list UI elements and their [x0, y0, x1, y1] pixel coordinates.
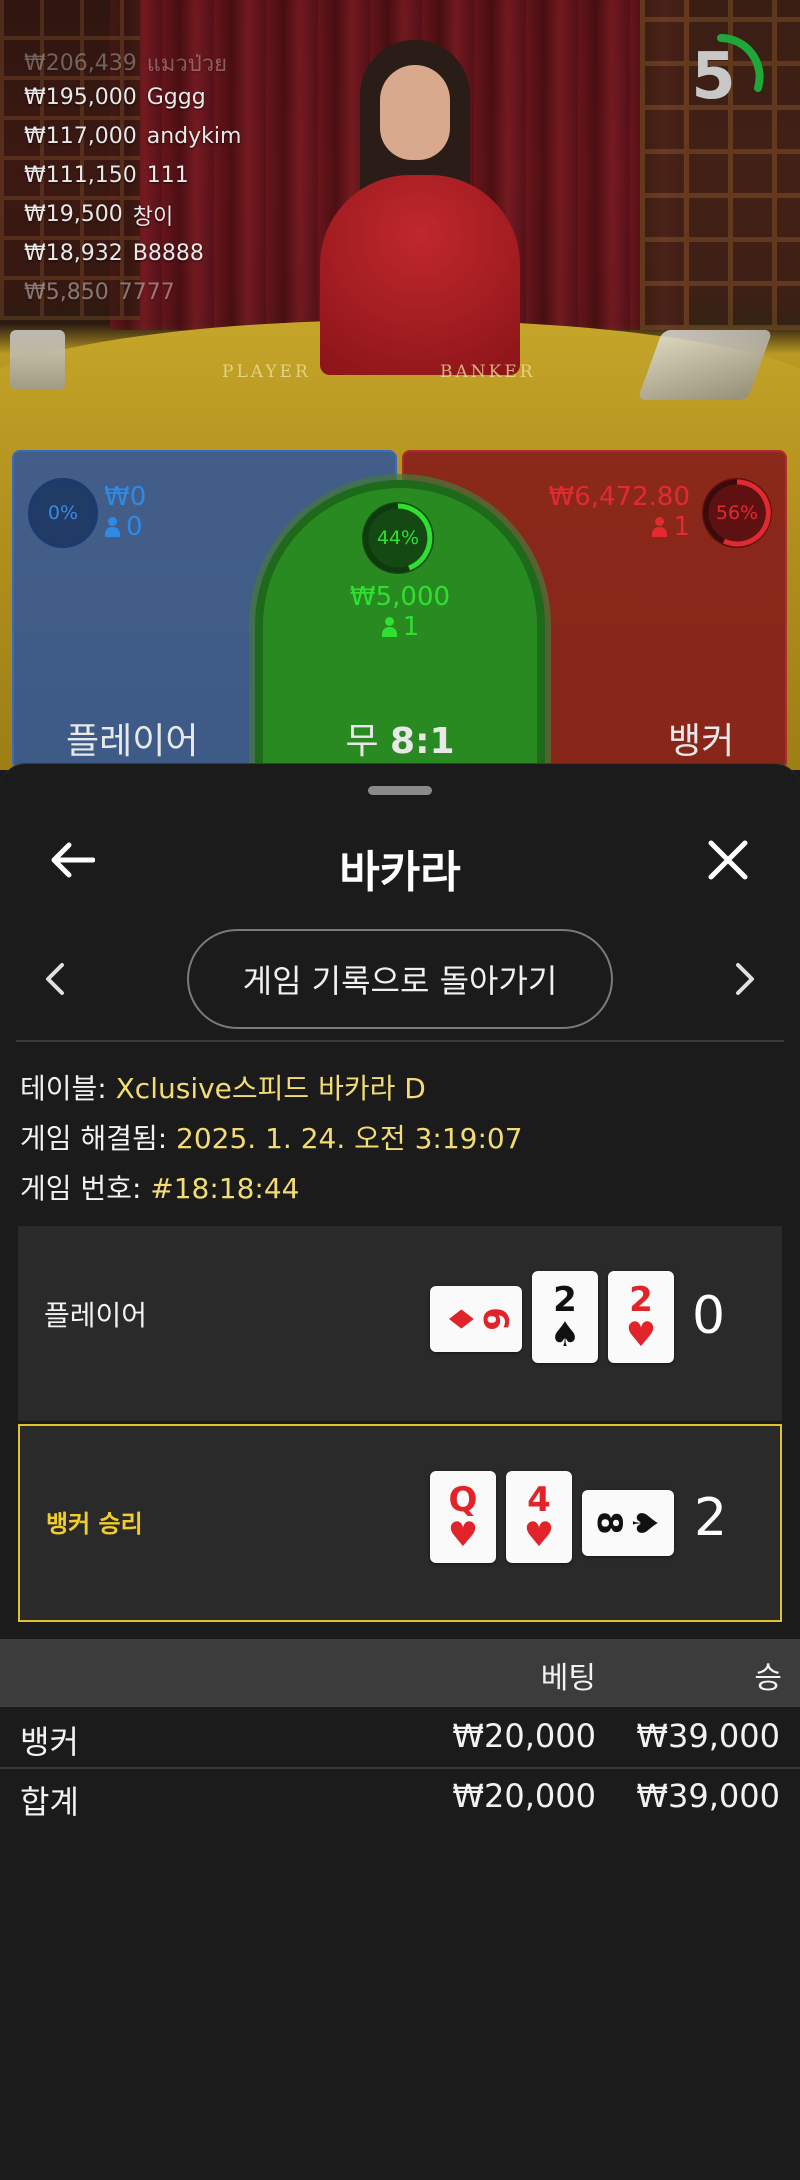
- game-info: 테이블: Xclusive스피드 바카라 D 게임 해결됨: 2025. 1. …: [20, 1064, 523, 1214]
- banker-percent: 56%: [702, 478, 772, 548]
- banker-hand: 뱅커 승리 Q ♥ 4 ♥ 8 ♠ 2: [18, 1424, 782, 1622]
- player-percent: 0%: [28, 478, 98, 548]
- chevron-right-icon: [736, 963, 754, 995]
- leaderboard-row: ₩195,000 Gggg: [24, 85, 206, 110]
- player-amount: ₩0: [104, 482, 147, 512]
- leaderboard-row: ₩206,439 แมวป่วย: [24, 50, 227, 77]
- playing-card: 2 ♥: [608, 1271, 674, 1363]
- previous-game-button[interactable]: [30, 954, 80, 1004]
- playing-card: ♦ 6: [430, 1286, 522, 1352]
- resolved-time: 2025. 1. 24. 오전 3:19:07: [176, 1122, 523, 1155]
- round-number: #18:18:44: [150, 1172, 300, 1205]
- table-name: Xclusive스피드 바카라 D: [115, 1072, 426, 1105]
- player-hand-label: 플레이어: [44, 1299, 148, 1332]
- close-icon: [708, 840, 748, 880]
- table-row-total: 합계 ₩20,000 ₩39,000: [0, 1769, 800, 1827]
- player-score: 0: [692, 1286, 726, 1346]
- total-win: ₩39,000: [636, 1777, 780, 1815]
- leaderboard-row: ₩117,000 andykim: [24, 124, 242, 149]
- timer-value: 5: [691, 40, 736, 114]
- card-discard-tray: [10, 330, 65, 390]
- felt-player-label: PLAYER: [222, 362, 311, 382]
- chevron-left-icon: [46, 963, 64, 995]
- bet-amount: ₩20,000: [452, 1717, 596, 1755]
- next-game-button[interactable]: [720, 954, 770, 1004]
- back-to-history-button[interactable]: 게임 기록으로 돌아가기: [187, 929, 613, 1029]
- playing-card: 4 ♥: [506, 1471, 572, 1563]
- resolved-info: 게임 해결됨: 2025. 1. 24. 오전 3:19:07: [20, 1122, 523, 1155]
- leaderboard-row: ₩19,500 창이: [24, 202, 174, 230]
- game-navigation: 게임 기록으로 돌아가기: [0, 929, 800, 1029]
- playing-card: 2 ♠: [532, 1271, 598, 1363]
- tie-amount: ₩5,000: [349, 582, 451, 612]
- playing-card: 8 ♠: [582, 1490, 674, 1556]
- leaderboard-row: ₩18,932 B8888: [24, 241, 204, 266]
- player-count: 0: [126, 512, 143, 542]
- banker-win-label: 뱅커 승리: [46, 1510, 143, 1538]
- total-label: 합계: [20, 1783, 79, 1821]
- close-button[interactable]: [700, 832, 756, 888]
- banker-stats: ₩6,472.80 1: [549, 482, 691, 542]
- felt-banker-label: BANKER: [440, 362, 536, 382]
- bets-table-header: 베팅 승: [0, 1639, 800, 1707]
- leaderboard: ₩206,439 แมวป่วย ₩195,000 Gggg ₩117,000 and…: [24, 48, 241, 312]
- player-hand: 플레이어 ♦ 6 2 ♠ 2 ♥ 0: [18, 1226, 782, 1421]
- person-icon: [381, 617, 397, 637]
- person-icon: [651, 517, 668, 537]
- round-info: 게임 번호: #18:18:44: [20, 1172, 300, 1205]
- divider: [16, 1040, 784, 1042]
- dealer: [300, 40, 540, 375]
- game-detail-sheet: 바카라 게임 기록으로 돌아가기 테이블: Xclusive스피드 바카라 D …: [0, 763, 800, 2180]
- bet-type: 뱅커: [20, 1723, 79, 1761]
- tie-stats: ₩5,000 1: [0, 582, 800, 642]
- player-stats: ₩0 0: [104, 482, 146, 542]
- banker-score: 2: [694, 1488, 728, 1548]
- countdown-timer: 5: [676, 32, 766, 122]
- sheet-title: 바카라: [339, 847, 461, 898]
- person-icon: [104, 517, 120, 537]
- tie-percent: 44%: [362, 502, 434, 574]
- column-header-win: 승: [754, 1661, 782, 1696]
- leaderboard-row: ₩5,850 7777: [24, 280, 175, 305]
- table-info: 테이블: Xclusive스피드 바카라 D: [20, 1072, 426, 1105]
- sheet-header: 바카라: [0, 814, 800, 904]
- sheet-drag-handle[interactable]: [368, 786, 432, 795]
- leaderboard-row: ₩111,150 111: [24, 163, 189, 188]
- tie-count: 1: [402, 612, 420, 642]
- win-amount: ₩39,000: [636, 1717, 780, 1755]
- total-bet: ₩20,000: [452, 1777, 596, 1815]
- table-row: 뱅커 ₩20,000 ₩39,000: [0, 1709, 800, 1767]
- tie-payout: 8:1: [390, 721, 455, 762]
- banker-count: 1: [673, 512, 690, 542]
- playing-card: Q ♥: [430, 1471, 496, 1563]
- bet-label-tie: 무 8:1: [345, 721, 455, 762]
- column-header-bet: 베팅: [540, 1661, 596, 1696]
- banker-amount: ₩6,472.80: [548, 482, 691, 512]
